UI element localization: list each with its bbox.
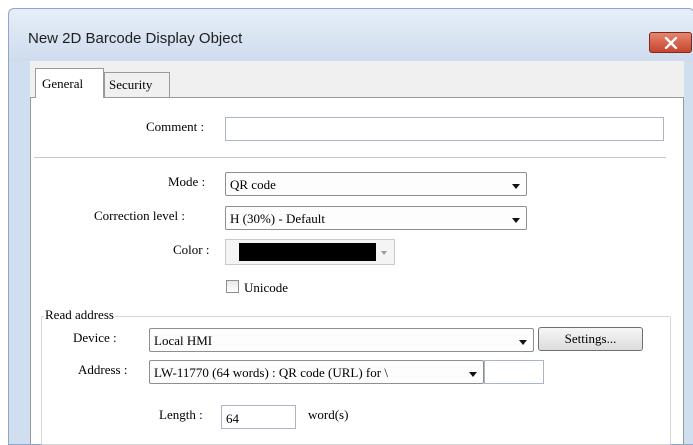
window-right-border	[684, 61, 693, 444]
chevron-down-icon	[469, 372, 477, 377]
address-extra-input[interactable]	[484, 360, 544, 384]
mode-select[interactable]: QR code	[225, 172, 527, 196]
comment-label: Comment :	[146, 119, 205, 134]
settings-button[interactable]: Settings...	[538, 327, 643, 351]
mode-label: Mode :	[168, 174, 206, 189]
length-label: Length :	[159, 407, 203, 422]
length-unit: word(s)	[308, 407, 349, 422]
close-x-icon	[664, 37, 678, 49]
tab-security[interactable]: Security	[104, 72, 170, 97]
tab-security-label: Security	[109, 77, 153, 92]
correction-level-select[interactable]: H (30%) - Default	[225, 206, 527, 230]
color-swatch	[239, 243, 376, 261]
window-title: New 2D Barcode Display Object	[28, 30, 243, 47]
separator	[34, 157, 666, 158]
color-label: Color :	[173, 242, 210, 257]
tab-general[interactable]: General	[35, 68, 104, 98]
unicode-checkbox[interactable]	[226, 280, 239, 293]
general-tab-panel: Comment : Mode : QR code Correction leve…	[30, 97, 684, 445]
device-label: Device :	[73, 330, 117, 345]
window-left-border	[9, 61, 30, 444]
mode-select-value: QR code	[230, 177, 276, 192]
chevron-down-icon	[519, 340, 527, 345]
device-select-value: Local HMI	[154, 333, 213, 348]
chevron-down-icon	[512, 184, 520, 189]
address-select[interactable]: LW-11770 (64 words) : QR code (URL) for …	[149, 360, 484, 384]
tab-strip: General Security	[30, 61, 684, 98]
title-bar[interactable]: New 2D Barcode Display Object	[9, 9, 693, 61]
tab-general-label: General	[42, 76, 84, 91]
length-input[interactable]: 64	[221, 405, 296, 429]
device-select[interactable]: Local HMI	[149, 328, 534, 352]
correction-level-label: Correction level :	[94, 208, 185, 223]
chevron-down-icon	[512, 218, 520, 223]
comment-input[interactable]	[225, 117, 664, 141]
color-picker[interactable]	[225, 239, 395, 265]
chevron-down-icon	[381, 251, 387, 255]
read-address-group-label: Read address	[44, 307, 115, 323]
address-label: Address :	[78, 362, 128, 377]
close-button[interactable]	[649, 32, 692, 53]
unicode-label: Unicode	[244, 280, 289, 295]
address-select-value: LW-11770 (64 words) : QR code (URL) for …	[154, 365, 388, 380]
correction-level-value: H (30%) - Default	[230, 211, 325, 226]
length-value: 64	[226, 411, 239, 426]
settings-button-label: Settings...	[564, 331, 617, 346]
dialog-window: New 2D Barcode Display Object General Se…	[8, 8, 693, 445]
